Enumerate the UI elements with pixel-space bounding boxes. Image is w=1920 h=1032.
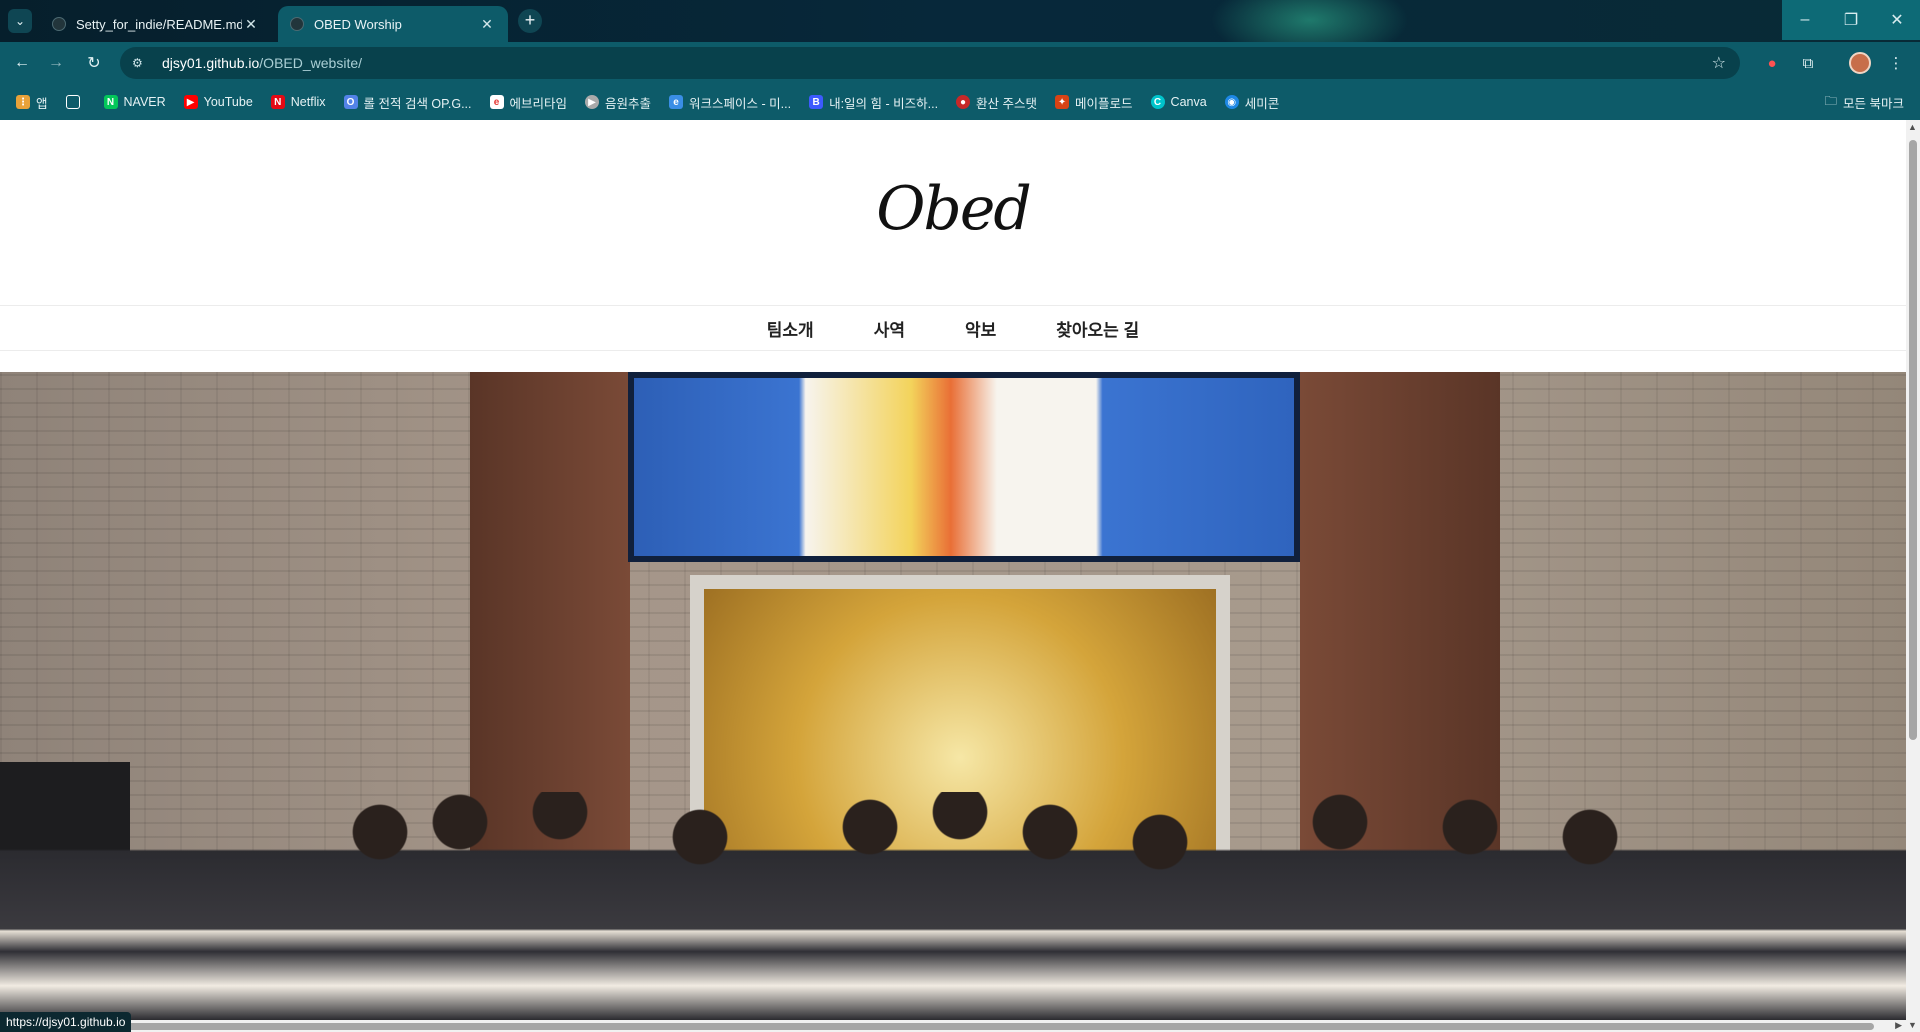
close-window-button[interactable]: ✕	[1874, 0, 1920, 40]
bookmark-label: 롤 전적 검색 OP.G...	[363, 96, 472, 111]
bookmark-everytime[interactable]: e 에브리타임	[489, 93, 568, 112]
bookmark-grid[interactable]	[65, 95, 86, 109]
nav-sheet-music[interactable]: 악보	[965, 316, 996, 341]
apps-icon: ⋮	[16, 95, 30, 109]
bookmark-label: 앱	[36, 96, 48, 111]
avatar	[1849, 52, 1871, 74]
tab-readme[interactable]: Setty_for_indie/README.md at ✕	[40, 6, 272, 42]
projection-screen	[628, 372, 1300, 562]
workspace-icon: e	[669, 95, 684, 109]
hero-group-photo	[0, 372, 1906, 1020]
bookmark-label: 내:일의 힘 - 비즈하...	[829, 96, 939, 111]
github-icon	[52, 17, 66, 31]
site-settings-icon[interactable]: ⚙	[132, 56, 150, 70]
menu-kebab-icon[interactable]: ⋮	[1884, 51, 1908, 75]
minimize-button[interactable]: –	[1782, 0, 1828, 40]
horizontal-scrollbar[interactable]: ▶	[0, 1020, 1906, 1032]
b-icon: B	[809, 95, 824, 109]
bookmark-label: NAVER	[123, 95, 166, 109]
status-bar-url: https://djsy01.github.io	[0, 1012, 132, 1032]
restore-button[interactable]: ❐	[1828, 0, 1874, 40]
scroll-down-icon[interactable]: ▼	[1908, 1020, 1917, 1030]
canva-icon: C	[1150, 95, 1165, 109]
nav-directions[interactable]: 찾아오는 길	[1056, 316, 1139, 341]
address-bar[interactable]: ⚙ djsy01.github.io/OBED_website/ ☆	[120, 47, 1740, 79]
tab-title: OBED Worship	[314, 16, 402, 32]
netflix-icon: N	[270, 95, 285, 109]
site-logo[interactable]: Obed	[0, 174, 1906, 244]
bookmark-stat-calc[interactable]: ● 환산 주스탯	[956, 93, 1037, 112]
all-bookmarks-label: 모든 북마크	[1843, 96, 1904, 111]
bookmark-workspace[interactable]: e 워크스페이스 - 미...	[669, 93, 791, 112]
all-bookmarks-folder[interactable]: 🗀 모든 북마크	[1825, 84, 1905, 120]
globe-icon	[290, 17, 304, 31]
bookmark-apps[interactable]: ⋮ 앱	[16, 93, 48, 112]
grid-icon	[65, 95, 80, 109]
bookmark-mapleroad[interactable]: ✦ 메이플로드	[1055, 93, 1133, 112]
bookmark-youtube[interactable]: ▶ YouTube	[183, 95, 253, 109]
bookmark-label: 메이플로드	[1075, 96, 1133, 111]
bookmark-label: 에브리타임	[509, 96, 568, 111]
bookmark-label: 환산 주스탯	[976, 96, 1038, 111]
bookmark-label: 워크스페이스 - 미...	[689, 96, 792, 111]
tab-obed-worship[interactable]: OBED Worship ✕	[278, 6, 508, 42]
scroll-thumb[interactable]	[1909, 140, 1917, 740]
folder-icon: 🗀	[1824, 93, 1838, 108]
scroll-thumb[interactable]	[14, 1023, 1874, 1030]
nav-ministry[interactable]: 사역	[874, 316, 905, 341]
web-page: Obed 팀소개 사역 악보 찾아오는 길	[0, 120, 1906, 1020]
scroll-up-icon[interactable]: ▲	[1908, 122, 1917, 132]
reload-icon[interactable]: ↻	[82, 51, 106, 75]
bookmark-label: YouTube	[203, 95, 253, 109]
red-circle-icon: ●	[956, 95, 971, 109]
bookmarks-bar: ⋮ 앱 N NAVER ▶ YouTube N Netflix O롤 전적 검색 OP.…	[0, 84, 1920, 120]
tab-strip: ⌄ Setty_for_indie/README.md at ✕ OBED Wo…	[0, 0, 1920, 42]
bookmark-star-icon[interactable]: ☆	[1712, 53, 1726, 73]
bookmark-label: Canva	[1170, 95, 1207, 109]
maple-icon: ✦	[1055, 95, 1070, 109]
bookmark-bizhub[interactable]: B 내:일의 힘 - 비즈하...	[809, 93, 938, 112]
bookmark-semicon[interactable]: ◉ 세미콘	[1224, 93, 1280, 112]
browser-toolbar: ← → ↻ ⚙ djsy01.github.io/OBED_website/ ☆…	[0, 42, 1920, 84]
vertical-scrollbar[interactable]: ▲ ▼	[1906, 120, 1920, 1032]
bookmark-netflix[interactable]: N Netflix	[270, 95, 326, 109]
new-tab-button[interactable]: +	[518, 9, 542, 33]
url-path: /OBED_website/	[259, 55, 363, 71]
close-tab-icon[interactable]: ✕	[478, 16, 496, 33]
nav-team-intro[interactable]: 팀소개	[767, 316, 814, 341]
naver-icon: N	[103, 95, 118, 109]
browser-chrome: ⌄ Setty_for_indie/README.md at ✕ OBED Wo…	[0, 0, 1920, 120]
youtube-icon: ▶	[183, 95, 198, 109]
logo-text: Obed	[876, 174, 1032, 244]
bookmark-label: 세미콘	[1244, 96, 1280, 111]
opgg-icon: O	[343, 95, 358, 109]
back-arrow-icon[interactable]: ←	[10, 51, 34, 75]
forward-arrow-icon[interactable]: →	[44, 51, 68, 75]
url-host: djsy01.github.io	[162, 55, 260, 71]
group-of-people	[0, 792, 1906, 1020]
tab-title: Setty_for_indie/README.md at	[76, 16, 242, 32]
bookmark-audio-extract[interactable]: ▶ 음원추출	[585, 93, 651, 112]
bookmark-canva[interactable]: C Canva	[1150, 95, 1207, 109]
close-tab-icon[interactable]: ✕	[242, 16, 260, 33]
extensions-puzzle-icon[interactable]: ⧉	[1796, 51, 1820, 75]
everytime-icon: e	[489, 95, 504, 109]
scroll-right-icon[interactable]: ▶	[1895, 1020, 1902, 1031]
semicon-icon: ◉	[1224, 95, 1239, 109]
bookmark-label: 음원추출	[605, 96, 652, 111]
tab-search-chevron-icon[interactable]: ⌄	[8, 9, 32, 33]
site-navigation: 팀소개 사역 악보 찾아오는 길	[0, 306, 1906, 350]
bookmark-naver[interactable]: N NAVER	[103, 95, 166, 109]
play-icon: ▶	[585, 95, 600, 109]
divider	[0, 350, 1906, 351]
bookmark-label: Netflix	[290, 95, 326, 109]
profile-avatar[interactable]	[1848, 51, 1872, 75]
bookmark-opgg[interactable]: O 롤 전적 검색 OP.G...	[343, 93, 472, 112]
extension-red-icon[interactable]: ●	[1760, 51, 1784, 75]
